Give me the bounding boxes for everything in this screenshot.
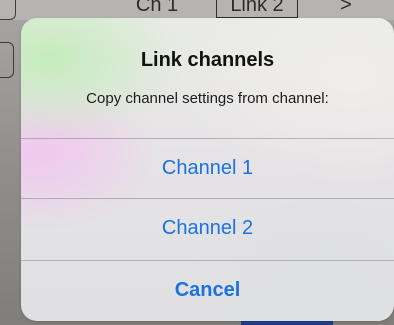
background-toolbar [0, 0, 394, 20]
channel-1-button[interactable]: Channel 1 [21, 138, 394, 198]
background-left-control-2 [0, 42, 14, 78]
channel-2-button-label: Channel 2 [161, 217, 254, 239]
cancel-button[interactable]: Cancel [21, 260, 394, 320]
background-segment-link: Link 2 [216, 0, 298, 18]
alert-message: Copy channel settings from channel: [86, 90, 329, 107]
link-channels-alert: Link channels Copy channel settings from… [21, 18, 394, 321]
alert-title: Link channels [140, 49, 275, 71]
alert-header: Link channels Copy channel settings from… [21, 18, 394, 136]
background-segment-channel: Ch 1 [135, 0, 179, 16]
background-left-control [0, 0, 16, 20]
background-segment-next: > [340, 0, 352, 16]
channel-1-button-label: Channel 1 [161, 157, 254, 179]
cancel-button-label: Cancel [174, 279, 241, 301]
channel-2-button[interactable]: Channel 2 [21, 198, 394, 258]
